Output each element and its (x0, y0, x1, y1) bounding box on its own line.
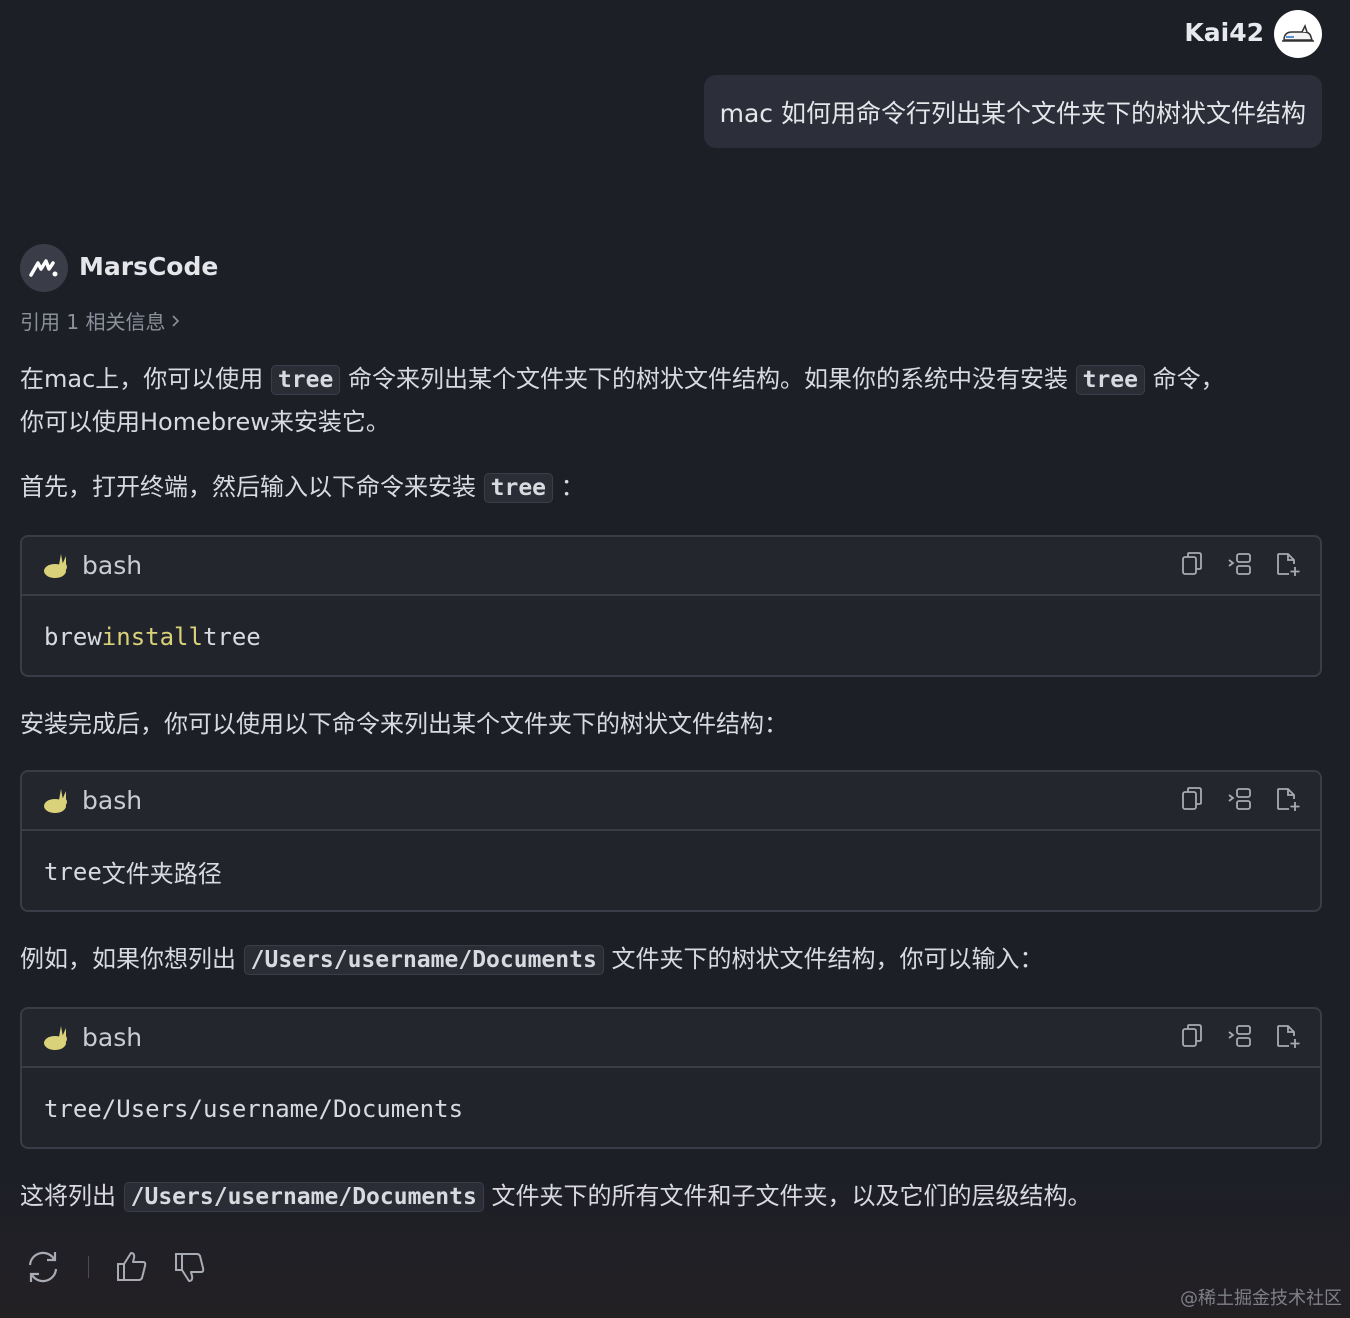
watermark: @稀土掘金技术社区 (1180, 1288, 1342, 1309)
code-block-actions (1178, 1021, 1302, 1051)
code-command: tree (44, 857, 102, 886)
new-file-icon[interactable] (1274, 1021, 1302, 1051)
code-block-2: bash tree 文件夹路径 (20, 770, 1322, 912)
thumbs-down-icon[interactable] (173, 1250, 207, 1284)
code-block-header: bash (22, 772, 1320, 831)
text: 这将列出 (20, 1182, 116, 1210)
bash-rabbit-icon (44, 1025, 67, 1050)
bot-avatar (20, 244, 68, 292)
refresh-icon[interactable] (24, 1248, 62, 1286)
marscode-logo-icon (29, 259, 58, 277)
text: 首先，打开终端，然后输入以下命令来安装 (20, 473, 476, 501)
code-block-1: bash brew install tree (20, 535, 1322, 677)
code-argument: 文件夹路径 (101, 860, 222, 888)
text: 文件夹下的所有文件和子文件夹，以及它们的层级结构。 (491, 1182, 1092, 1210)
new-file-icon[interactable] (1274, 784, 1302, 814)
inline-code: tree (483, 473, 554, 503)
answer-paragraph-2: 首先，打开终端，然后输入以下命令来安装 tree ： (20, 466, 585, 509)
citations-label: 引用 1 相关信息 (20, 310, 166, 334)
inline-code: tree (1075, 365, 1145, 395)
bash-rabbit-icon (44, 553, 67, 578)
code-block-3: bash tree /Users/username/Documents (20, 1007, 1322, 1149)
code-argument: /Users/username/Documents (101, 1094, 464, 1123)
cat-avatar-icon (1282, 24, 1314, 42)
text: 你可以使用Homebrew来安装它。 (20, 408, 390, 436)
code-block-header: bash (22, 537, 1320, 596)
new-file-icon[interactable] (1274, 549, 1302, 579)
user-question: mac 如何用命令行列出某个文件夹下的树状文件结构 (719, 98, 1306, 128)
user-avatar[interactable] (1274, 10, 1322, 58)
code-keyword: install (101, 622, 203, 651)
answer-paragraph-3: 安装完成后，你可以使用以下命令来列出某个文件夹下的树状文件结构： (20, 710, 788, 738)
text: 命令， (1152, 365, 1225, 393)
code-command: tree (44, 1094, 102, 1123)
code-language: bash (82, 786, 143, 815)
chevron-right-icon (172, 314, 180, 327)
code-language: bash (82, 1023, 143, 1052)
user-message-bubble: mac 如何用命令行列出某个文件夹下的树状文件结构 (703, 75, 1322, 148)
answer-paragraph-4: 例如，如果你想列出 /Users/username/Documents 文件夹下… (20, 938, 1043, 981)
answer-paragraph-5: 这将列出 /Users/username/Documents 文件夹下的所有文件… (20, 1175, 1091, 1218)
code-content[interactable]: brew install tree (22, 596, 1320, 675)
inline-code: tree (270, 365, 341, 395)
inline-code: /Users/username/Documents (243, 945, 604, 975)
code-argument: tree (202, 622, 261, 651)
code-block-actions (1178, 784, 1302, 814)
text: 文件夹下的树状文件结构，你可以输入： (611, 945, 1044, 973)
code-content[interactable]: tree /Users/username/Documents (22, 1068, 1320, 1147)
message-action-bar (24, 1248, 207, 1286)
insert-icon[interactable] (1226, 1021, 1254, 1051)
copy-icon[interactable] (1178, 1021, 1206, 1051)
code-block-header: bash (22, 1009, 1320, 1068)
text: ： (560, 473, 585, 501)
action-separator (88, 1256, 89, 1278)
text: 例如，如果你想列出 (20, 945, 236, 973)
bash-rabbit-icon (44, 788, 67, 813)
code-content[interactable]: tree 文件夹路径 (22, 831, 1320, 910)
insert-icon[interactable] (1226, 784, 1254, 814)
text: 在mac上，你可以使用 (20, 365, 264, 393)
copy-icon[interactable] (1178, 784, 1206, 814)
code-block-actions (1178, 549, 1302, 579)
bot-name: MarsCode (79, 252, 219, 281)
citations-link[interactable]: 引用 1 相关信息 (20, 306, 181, 335)
answer-paragraph-1: 在mac上，你可以使用 tree 命令来列出某个文件夹下的树状文件结构。如果你的… (20, 358, 1225, 443)
code-command: brew (44, 622, 102, 651)
inline-code: /Users/username/Documents (123, 1182, 484, 1212)
insert-icon[interactable] (1226, 549, 1254, 579)
thumbs-up-icon[interactable] (115, 1250, 149, 1284)
copy-icon[interactable] (1178, 549, 1206, 579)
user-name: Kai42 (1184, 18, 1264, 47)
code-language: bash (82, 551, 143, 580)
text: 命令来列出某个文件夹下的树状文件结构。如果你的系统中没有安装 (347, 365, 1068, 393)
